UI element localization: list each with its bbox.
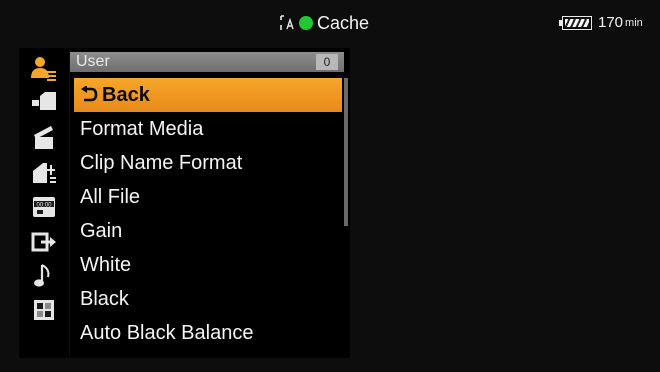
cache-label: Cache bbox=[317, 12, 370, 33]
audio-menu-icon[interactable] bbox=[19, 259, 69, 293]
media-menu-icon[interactable] bbox=[19, 156, 69, 190]
system-menu-icon[interactable] bbox=[19, 293, 69, 327]
menu-item-auto-black-balance[interactable]: Auto Black Balance bbox=[74, 316, 342, 350]
menu-item-gain[interactable]: Gain bbox=[74, 214, 342, 248]
menu-item-format-media[interactable]: Format Media bbox=[74, 112, 342, 146]
menu-item-label: Back bbox=[102, 84, 150, 106]
battery-indicator: 170 min bbox=[559, 14, 643, 31]
menu-scrollbar[interactable] bbox=[344, 78, 348, 226]
menu-item-back[interactable]: Back bbox=[74, 78, 342, 112]
menu-item-all-file[interactable]: All File bbox=[74, 180, 342, 214]
menu-item-black[interactable]: Black bbox=[74, 282, 342, 316]
battery-icon bbox=[559, 15, 592, 30]
output-menu-icon[interactable] bbox=[19, 225, 69, 259]
user-menu-icon[interactable] bbox=[19, 52, 69, 86]
timecode-menu-icon[interactable]: 00:00 bbox=[19, 190, 69, 224]
card-slot-a-icon bbox=[280, 14, 296, 32]
user-menu-panel: User 0 Back Format Media Clip Name Forma… bbox=[70, 48, 350, 358]
camera-menu-icon[interactable] bbox=[19, 85, 69, 119]
battery-remaining-unit: min bbox=[625, 16, 643, 29]
media-indicator: Cache bbox=[280, 13, 369, 33]
menu-header-count: 0 bbox=[316, 54, 338, 70]
clapper-menu-icon[interactable] bbox=[19, 121, 69, 155]
battery-remaining-value: 170 bbox=[598, 14, 624, 31]
battery-fill bbox=[565, 18, 589, 27]
menu-header-title: User bbox=[76, 53, 110, 70]
menu-category-sidebar: 00:00 bbox=[19, 48, 69, 358]
menu-item-white[interactable]: White bbox=[74, 248, 342, 282]
menu-item-clip-name-format[interactable]: Clip Name Format bbox=[74, 146, 342, 180]
svg-text:00:00: 00:00 bbox=[36, 202, 52, 208]
status-bar: Cache 170 min bbox=[0, 0, 660, 44]
menu-list: Back Format Media Clip Name Format All F… bbox=[74, 78, 342, 350]
status-dot-icon bbox=[299, 16, 313, 30]
menu-header: User 0 bbox=[70, 52, 344, 72]
back-arrow-icon bbox=[80, 79, 98, 102]
